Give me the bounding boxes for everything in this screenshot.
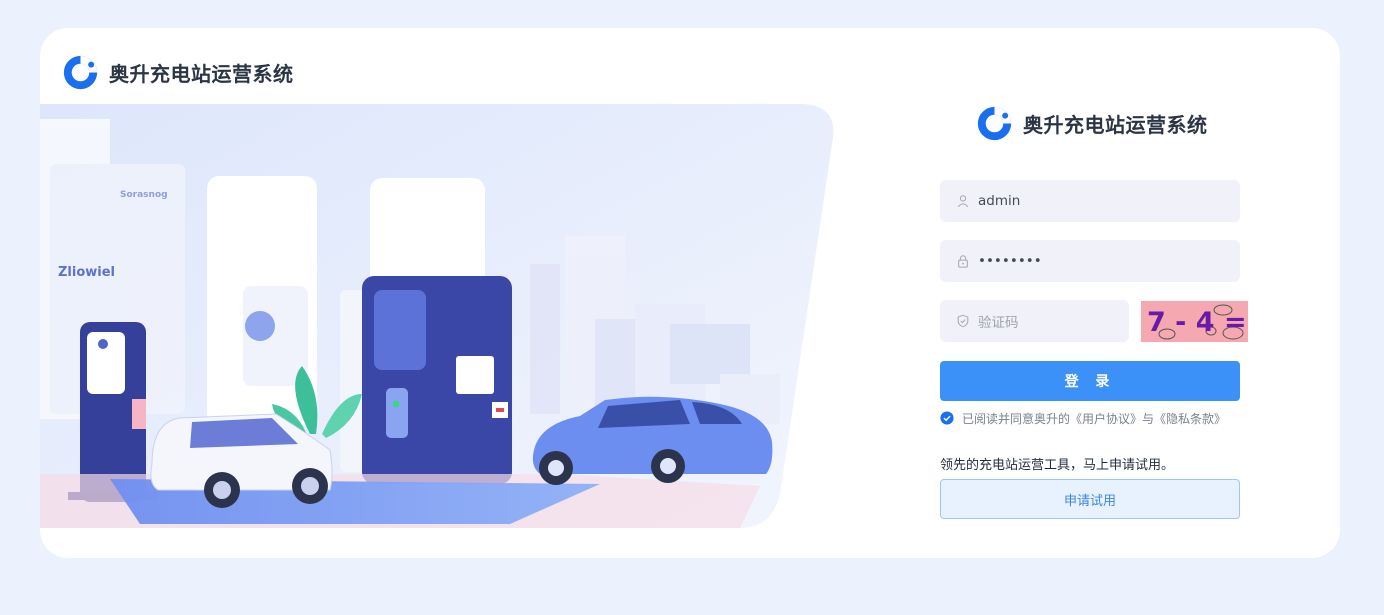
captcha-placeholder: 验证码 xyxy=(978,315,1019,331)
password-value: •••••••• xyxy=(978,253,1042,269)
apply-trial-button[interactable]: 申请试用 xyxy=(940,479,1240,519)
captcha-text: 7 - 4 = xyxy=(1147,307,1247,338)
illustration-sign-left: Zliowiel xyxy=(58,265,115,280)
header-brand: 奥升充电站运营系统 xyxy=(62,53,294,91)
promo-text: 领先的充电站运营工具，马上申请试用。 xyxy=(940,458,1175,473)
lock-icon xyxy=(958,255,968,268)
captcha-field[interactable]: 验证码 xyxy=(940,300,1129,342)
username-value: admin xyxy=(978,193,1021,209)
ev-charger-center xyxy=(340,276,512,484)
captcha-image[interactable]: 7 - 4 = xyxy=(1141,301,1248,342)
checkbox-checked-icon[interactable] xyxy=(940,411,954,425)
illustration-sign-top: Sorasnog xyxy=(120,190,168,200)
brand-title: 奥升充电站运营系统 xyxy=(109,61,294,86)
shield-icon xyxy=(957,314,969,328)
login-button[interactable]: 登 录 xyxy=(940,361,1240,401)
charging-station-illustration: Zliowiel Sorasnog xyxy=(40,104,834,528)
agreement-row: 已阅读并同意奥升的《用户协议》与《隐私条款》 xyxy=(940,409,1226,427)
panel-brand: 奥升充电站运营系统 xyxy=(976,104,1208,142)
panel-brand-title: 奥升充电站运营系统 xyxy=(1023,112,1208,137)
user-icon xyxy=(957,195,969,208)
brand-logo-icon xyxy=(63,55,98,89)
username-field[interactable]: admin xyxy=(940,180,1240,222)
login-card: 奥升充电站运营系统 Zliowiel Sorasnog 奥升充电站运营系统 ad… xyxy=(40,28,1340,558)
login-panel: 奥升充电站运营系统 admin •••••••• 验证码 7 - 4 = 登 录… xyxy=(940,28,1248,558)
password-field[interactable]: •••••••• xyxy=(940,240,1240,282)
brand-logo-icon xyxy=(977,106,1012,140)
agreement-text[interactable]: 已阅读并同意奥升的《用户协议》与《隐私条款》 xyxy=(962,410,1226,427)
